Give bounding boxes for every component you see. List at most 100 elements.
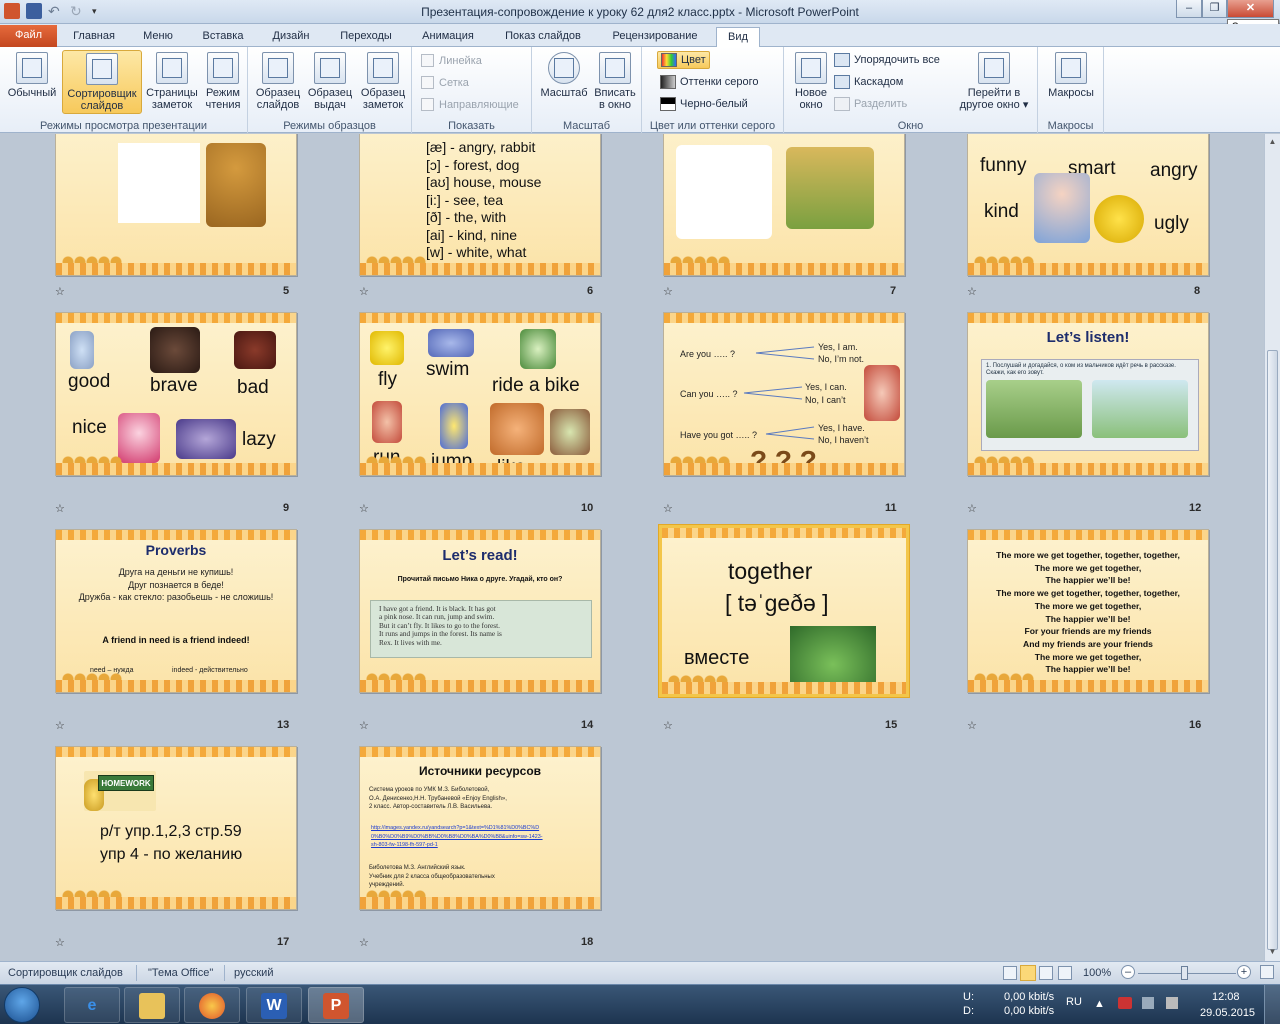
start-button[interactable] [4,987,40,1023]
slide-number: 7 [890,285,897,297]
transition-icon[interactable]: ☆ [55,936,65,949]
ruler-checkbox[interactable]: Линейка [421,54,482,67]
transition-icon[interactable]: ☆ [967,285,977,298]
slide-thumbnail-16[interactable]: The more we get together, together, toge… [967,529,1209,693]
clock-time[interactable]: 12:08 [1212,991,1240,1003]
transition-icon[interactable]: ☆ [359,719,369,732]
tab-transitions[interactable]: Переходы [328,27,404,47]
guides-checkbox[interactable]: Направляющие [421,98,519,111]
tab-file[interactable]: Файл [0,25,57,47]
slideshow-status-icon[interactable] [1058,966,1072,980]
slide-thumbnail-12[interactable]: Let’s listen! 1. Послушай и догадайся, о… [967,312,1209,476]
notes-master-icon [367,52,399,84]
slide-master-button[interactable]: Образец слайдов [252,50,304,111]
flag-icon[interactable] [1142,997,1154,1009]
tab-slideshow[interactable]: Показ слайдов [492,27,594,47]
zoom-in-icon[interactable]: + [1237,965,1251,979]
slide-thumbnail-15[interactable]: together [ təˈgeðə ] вместе [659,525,909,697]
transition-icon[interactable]: ☆ [663,285,673,298]
group-label: Окно [897,120,924,132]
notes-master-button[interactable]: Образец заметок [356,50,410,111]
restore-button[interactable]: ❐ [1202,0,1227,18]
split-button[interactable]: Разделить [834,97,907,111]
slide-thumbnail-8[interactable]: funny smart angry kind ugly [967,134,1209,276]
explorer-taskbar-button[interactable] [124,987,180,1023]
zoom-level[interactable]: 100% [1083,967,1111,979]
powerpoint-taskbar-button[interactable]: P [308,987,364,1023]
transition-icon[interactable]: ☆ [663,719,673,732]
transition-icon[interactable]: ☆ [55,502,65,515]
switch-window-button[interactable]: Перейти в другое окно ▾ [954,50,1034,111]
ribbon-tabs: Файл Главная Меню Вставка Дизайн Переход… [0,24,1280,48]
language-indicator[interactable]: RU [1066,996,1082,1008]
slide-sorter-area[interactable]: ☆ 5 [æ] - angry, rabbit [ɔ] - forest, do… [0,134,1264,961]
slide-thumbnail-10[interactable]: fly swim ride a bike run jump like live [359,312,601,476]
reading-view-button[interactable]: Режим чтения [200,50,246,111]
scroll-up-arrow-icon[interactable]: ▲ [1268,137,1277,146]
vertical-scrollbar[interactable]: ▲ ▼ [1264,134,1280,961]
scroll-thumb[interactable] [1267,350,1278,950]
group-show: Линейка Сетка Направляющие Показать [412,47,532,133]
reading-view-status-icon[interactable] [1039,966,1053,980]
slide-thumbnail-5[interactable] [55,134,297,276]
close-button[interactable]: ✕ [1227,0,1274,18]
network-icon[interactable] [1118,997,1132,1009]
arrange-all-button[interactable]: Упорядочить все [834,53,940,67]
internet-explorer-taskbar-button[interactable]: e [64,987,120,1023]
transition-icon[interactable]: ☆ [967,502,977,515]
normal-view-status-icon[interactable] [1003,966,1017,980]
fit-slide-icon[interactable] [1260,965,1274,979]
tray-arrow-icon[interactable]: ▲ [1094,998,1105,1010]
transition-icon[interactable]: ☆ [359,285,369,298]
scroll-down-arrow-icon[interactable]: ▼ [1268,947,1277,956]
source-link[interactable]: http://images.yandex.ru/yandsearch?p=1&t… [371,824,543,850]
grid-checkbox[interactable]: Сетка [421,76,469,89]
transition-icon[interactable]: ☆ [55,719,65,732]
cascade-button[interactable]: Каскадом [834,75,903,89]
show-desktop-button[interactable] [1264,985,1280,1024]
transition-icon[interactable]: ☆ [663,502,673,515]
language-status[interactable]: русский [234,967,273,979]
minimize-button[interactable]: – [1176,0,1202,18]
tab-insert[interactable]: Вставка [192,27,254,47]
word-taskbar-button[interactable]: W [246,987,302,1023]
tab-review[interactable]: Рецензирование [600,27,710,47]
transition-icon[interactable]: ☆ [967,719,977,732]
zoom-out-icon[interactable]: – [1121,965,1135,979]
tab-menu[interactable]: Меню [130,27,186,47]
grayscale-button[interactable]: Оттенки серого [660,75,758,89]
slide-thumbnail-14[interactable]: Let’s read! Прочитай письмо Ника о друге… [359,529,601,693]
tab-animation[interactable]: Анимация [410,27,486,47]
slide-thumbnail-9[interactable]: good brave bad nice lazy [55,312,297,476]
zoom-button[interactable]: Масштаб [536,50,592,99]
notes-page-button[interactable]: Страницы заметок [144,50,200,111]
polar-bear-picture [118,143,200,223]
slide-sorter-button[interactable]: Сортировщик слайдов [62,50,142,114]
theme-status[interactable]: "Тема Office" [148,967,213,979]
new-window-button[interactable]: Новое окно [788,50,834,111]
firefox-taskbar-button[interactable] [184,987,240,1023]
volume-icon[interactable] [1166,997,1178,1009]
macros-button[interactable]: Макросы [1042,50,1100,99]
tab-home[interactable]: Главная [64,27,124,47]
handout-master-button[interactable]: Образец выдач [304,50,356,111]
slide-thumbnail-11[interactable]: Are you ….. ? Yes, I am. No, I’m not. Ca… [663,312,905,476]
slide-thumbnail-7[interactable] [663,134,905,276]
slide-thumbnail-17[interactable]: HOMEWORK р/т упр.1,2,3 стр.59 упр 4 - по… [55,746,297,910]
fit-to-window-button[interactable]: Вписать в окно [590,50,640,111]
slide-thumbnail-18[interactable]: Источники ресурсов Система уроков по УМК… [359,746,601,910]
slide-sorter-status-icon[interactable] [1020,965,1036,981]
color-button[interactable]: Цвет [657,51,710,69]
transition-icon[interactable]: ☆ [359,936,369,949]
slide-thumbnail-6[interactable]: [æ] - angry, rabbit [ɔ] - forest, dog [a… [359,134,601,276]
normal-view-button[interactable]: Обычный [4,50,60,99]
zoom-slider-thumb[interactable] [1181,966,1188,980]
slide-thumbnail-13[interactable]: Proverbs Друга на деньги не купишь! Друг… [55,529,297,693]
transition-icon[interactable]: ☆ [55,285,65,298]
transition-icon[interactable]: ☆ [359,502,369,515]
black-white-button[interactable]: Черно-белый [660,97,748,111]
tab-view[interactable]: Вид [716,27,760,48]
download-speed: 0,00 kbit/s [1004,1005,1055,1017]
clock-date[interactable]: 29.05.2015 [1200,1007,1255,1019]
tab-design[interactable]: Дизайн [260,27,322,47]
